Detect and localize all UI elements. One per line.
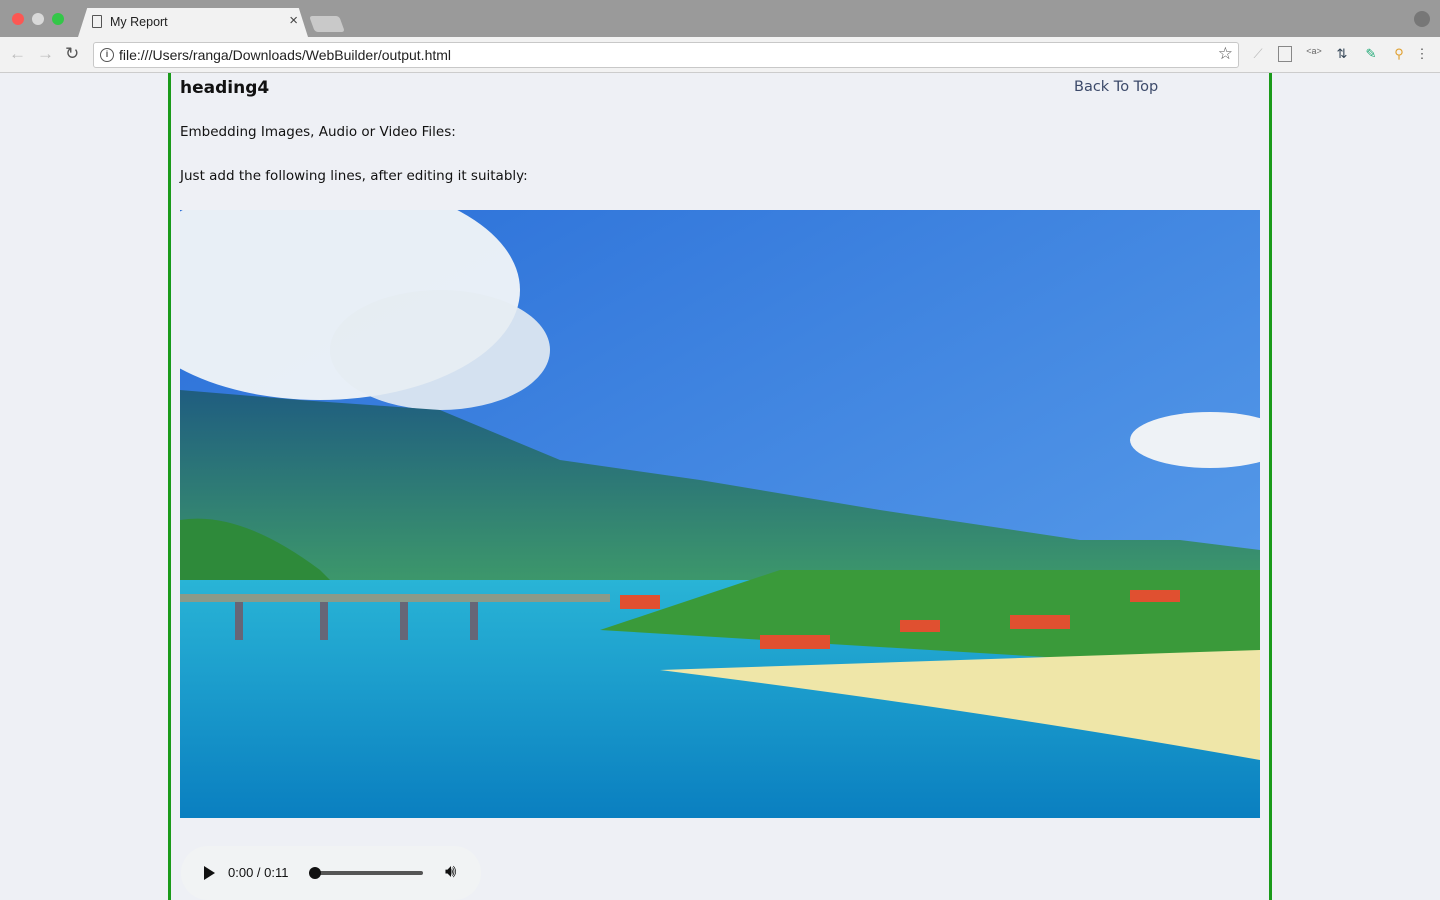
volume-icon[interactable]: 🔊︎ bbox=[445, 861, 456, 882]
audio-seek-thumb[interactable] bbox=[309, 867, 321, 879]
menu-icon[interactable]: ⋮ bbox=[1414, 46, 1430, 62]
url-text[interactable]: file:///Users/ranga/Downloads/WebBuilder… bbox=[119, 47, 451, 63]
sort-extension-icon[interactable]: ⇅ bbox=[1334, 46, 1350, 62]
window-close-button[interactable] bbox=[12, 13, 24, 25]
forward-icon[interactable]: → bbox=[37, 44, 54, 64]
reload-icon[interactable]: ↻ bbox=[65, 44, 79, 64]
audio-player: 0:00 / 0:11 🔊︎ bbox=[181, 846, 481, 900]
play-icon[interactable] bbox=[204, 866, 215, 880]
address-bar[interactable]: i file:///Users/ranga/Downloads/WebBuild… bbox=[93, 42, 1239, 68]
tab-title: My Report bbox=[110, 15, 168, 29]
bookmark-star-icon[interactable]: ☆ bbox=[1218, 44, 1233, 64]
reader-extension-icon[interactable] bbox=[1278, 46, 1292, 62]
back-to-top-link[interactable]: Back To Top bbox=[1074, 79, 1158, 95]
report-content: heading4 Back To Top Embedding Images, A… bbox=[168, 73, 1272, 900]
paragraph: Embedding Images, Audio or Video Files: bbox=[180, 124, 456, 140]
html-extension-icon[interactable]: <a> bbox=[1306, 46, 1322, 62]
extension-icon[interactable]: ⟋ bbox=[1250, 46, 1266, 62]
audio-time: 0:00 / 0:11 bbox=[228, 865, 289, 880]
key-extension-icon[interactable]: ⚲ bbox=[1391, 46, 1407, 62]
coastal-landscape-image bbox=[180, 210, 1260, 818]
back-icon[interactable]: ← bbox=[9, 44, 26, 64]
new-tab-button[interactable] bbox=[309, 16, 345, 32]
heading: heading4 bbox=[180, 78, 270, 98]
tab-bar: My Report × bbox=[0, 0, 1440, 37]
info-icon[interactable]: i bbox=[100, 48, 114, 62]
audio-seek-slider[interactable] bbox=[317, 871, 423, 875]
paragraph: Just add the following lines, after edit… bbox=[180, 168, 528, 184]
tab-close-icon[interactable]: × bbox=[289, 12, 298, 29]
profile-icon[interactable] bbox=[1414, 11, 1430, 27]
window-minimize-button[interactable] bbox=[32, 13, 44, 25]
eyedropper-extension-icon[interactable]: ✎ bbox=[1363, 46, 1379, 62]
browser-toolbar: ← → ↻ i file:///Users/ranga/Downloads/We… bbox=[0, 37, 1440, 73]
page-icon bbox=[92, 15, 102, 28]
tab-my-report[interactable]: My Report × bbox=[78, 8, 308, 37]
window-maximize-button[interactable] bbox=[52, 13, 64, 25]
